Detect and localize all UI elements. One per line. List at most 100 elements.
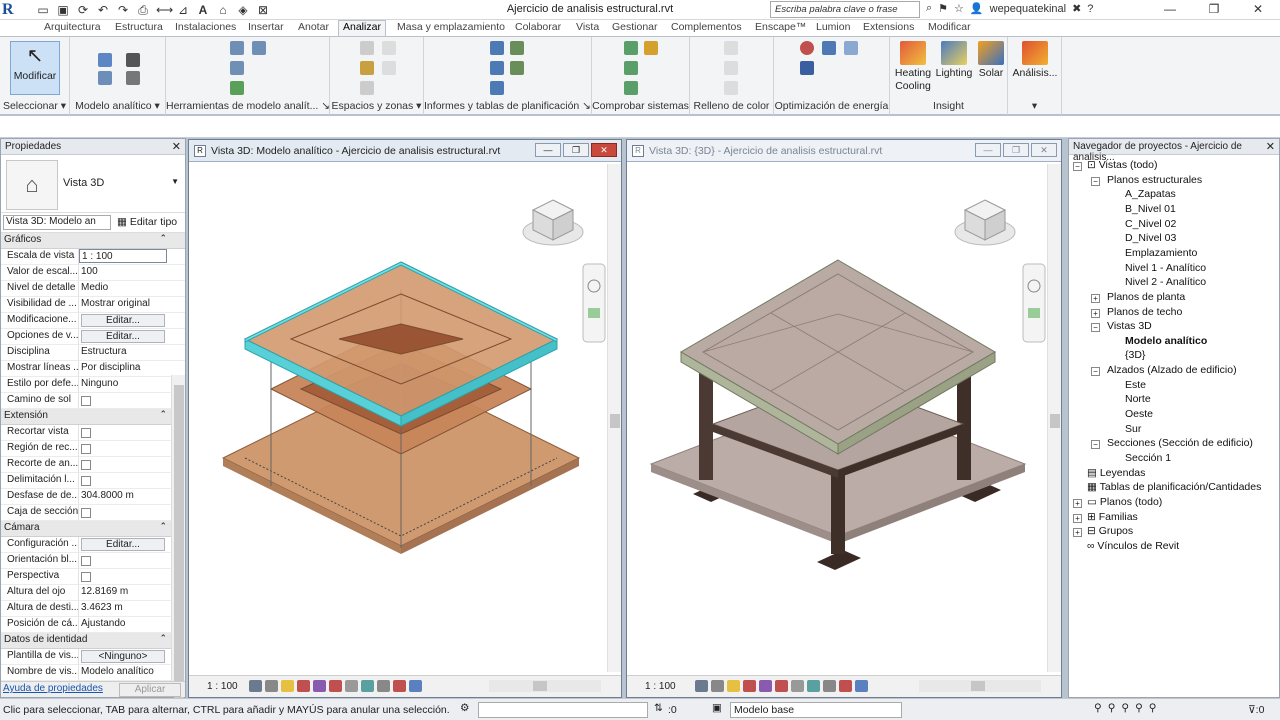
- property-checkbox[interactable]: [81, 428, 91, 438]
- group-label[interactable]: Relleno de color: [690, 100, 773, 115]
- close-icon[interactable]: ✕: [172, 140, 181, 153]
- browser-item-v3d[interactable]: {3D}: [1125, 349, 1145, 361]
- show-crop-icon[interactable]: [791, 680, 804, 692]
- scroll-thumb[interactable]: [533, 681, 547, 691]
- property-value[interactable]: 12.8169 m: [79, 585, 167, 600]
- property-value[interactable]: Ninguno: [79, 377, 167, 392]
- tab-enscape[interactable]: Enscape™: [755, 21, 806, 33]
- properties-scrollbar[interactable]: [171, 375, 185, 715]
- dimension-icon[interactable]: ⊿: [176, 3, 190, 17]
- property-value[interactable]: Editar...: [79, 537, 167, 552]
- property-value[interactable]: 100: [79, 265, 167, 280]
- analytical-tool-2-icon[interactable]: [252, 41, 266, 55]
- close-hidden-icon[interactable]: ⊠: [256, 3, 270, 17]
- subscription-icon[interactable]: ⚑: [938, 2, 948, 15]
- favorites-icon[interactable]: ☆: [954, 2, 964, 15]
- browser-item-nivel2-an[interactable]: Nivel 2 - Analítico: [1125, 276, 1206, 288]
- user-name[interactable]: wepequatekinal: [990, 3, 1066, 15]
- property-checkbox[interactable]: [81, 572, 91, 582]
- browser-item-vinculos[interactable]: ∞ Vínculos de Revit: [1087, 540, 1179, 552]
- browser-item-leyendas[interactable]: ▤ Leyendas: [1087, 467, 1145, 479]
- run-energy-icon[interactable]: [800, 61, 814, 75]
- workset-select[interactable]: [478, 702, 648, 718]
- view-vertical-scrollbar[interactable]: [1047, 164, 1061, 672]
- property-checkbox[interactable]: [81, 476, 91, 486]
- collapse-icon[interactable]: ⌃: [159, 233, 167, 244]
- browser-item-nivel1-an[interactable]: Nivel 1 - Analítico: [1125, 262, 1206, 274]
- analytical-model-canvas[interactable]: [195, 164, 607, 672]
- save-icon[interactable]: ▣: [56, 3, 70, 17]
- property-value[interactable]: [79, 553, 167, 568]
- show-crop-icon[interactable]: [345, 680, 358, 692]
- exchange-icon[interactable]: ✖: [1072, 2, 1081, 15]
- analytical-tool-4-icon[interactable]: [230, 81, 244, 95]
- property-value[interactable]: [79, 473, 167, 488]
- view-vertical-scrollbar[interactable]: [607, 164, 621, 672]
- tab-masa[interactable]: Masa y emplazamiento: [397, 21, 505, 33]
- heating-cooling-button[interactable]: Heating Cooling: [894, 39, 932, 93]
- viewcube[interactable]: [954, 199, 1016, 246]
- tab-estructura[interactable]: Estructura: [115, 21, 163, 33]
- navigation-bar[interactable]: [1022, 263, 1046, 343]
- property-value[interactable]: 3.4623 m: [79, 601, 167, 616]
- area-icon[interactable]: [360, 81, 374, 95]
- view-horizontal-scrollbar[interactable]: [489, 680, 601, 692]
- analytical-adjust-icon[interactable]: [98, 53, 112, 67]
- modify-button[interactable]: ↖ Modificar: [10, 41, 60, 95]
- property-value[interactable]: [79, 457, 167, 472]
- section-camara[interactable]: Cámara ⌃: [1, 521, 185, 537]
- scroll-thumb[interactable]: [174, 385, 184, 715]
- property-value[interactable]: [79, 569, 167, 584]
- expand-icon[interactable]: +: [1073, 513, 1082, 523]
- view-3d[interactable]: R Vista 3D: {3D} - Ajercicio de analisis…: [626, 139, 1062, 698]
- minimize-button[interactable]: —: [535, 143, 561, 157]
- energy-settings-icon[interactable]: [822, 41, 836, 55]
- section-extension[interactable]: Extensión ⌃: [1, 409, 185, 425]
- edit-button[interactable]: Editar...: [81, 330, 165, 343]
- tab-extensions[interactable]: Extensions: [863, 21, 914, 33]
- tab-modificar[interactable]: Modificar: [928, 21, 971, 33]
- sheet-list-icon[interactable]: [510, 61, 524, 75]
- duct-legend-icon[interactable]: [724, 61, 738, 75]
- browser-item-secciones[interactable]: Secciones (Sección de edificio): [1107, 437, 1253, 449]
- collapse-icon[interactable]: −: [1091, 176, 1100, 186]
- browser-item-d-nivel03[interactable]: D_Nivel 03: [1125, 232, 1176, 244]
- space-separator-icon[interactable]: [382, 41, 396, 55]
- collapse-icon[interactable]: −: [1091, 367, 1100, 377]
- location-icon[interactable]: [800, 41, 814, 55]
- property-checkbox[interactable]: [81, 460, 91, 470]
- scroll-thumb[interactable]: [610, 414, 620, 428]
- browser-item-c-nivel02[interactable]: C_Nivel 02: [1125, 218, 1176, 230]
- chevron-down-icon[interactable]: ▼: [171, 177, 179, 186]
- browser-item-alzados[interactable]: Alzados (Alzado de edificio): [1107, 364, 1237, 376]
- close-button[interactable]: ✕: [1031, 143, 1057, 157]
- undo-icon[interactable]: ↶: [96, 3, 110, 17]
- property-value[interactable]: Ajustando: [79, 617, 167, 632]
- edit-button[interactable]: Editar...: [81, 314, 165, 327]
- browser-item-planos-planta[interactable]: Planos de planta: [1107, 291, 1185, 303]
- tab-analizar[interactable]: Analizar: [338, 20, 386, 36]
- view-scale[interactable]: 1 : 100: [645, 681, 676, 692]
- measure-icon[interactable]: ⟷: [156, 3, 173, 17]
- view-scale[interactable]: 1 : 100: [207, 681, 238, 692]
- collapse-icon[interactable]: −: [1091, 323, 1100, 333]
- browser-item-planos[interactable]: ▭ Planos (todo): [1087, 496, 1162, 508]
- check-pipe-icon[interactable]: [644, 41, 658, 55]
- property-value[interactable]: [79, 505, 167, 520]
- property-value[interactable]: Editar...: [79, 329, 167, 344]
- browser-item-familias[interactable]: ⊞ Familias: [1087, 511, 1138, 523]
- lock-view-icon[interactable]: [807, 680, 820, 692]
- print-icon[interactable]: ⎙: [136, 3, 150, 18]
- property-value[interactable]: 1 : 100: [79, 249, 167, 263]
- close-button[interactable]: ✕: [1236, 0, 1280, 20]
- property-checkbox[interactable]: [81, 508, 91, 518]
- schedule-icon[interactable]: [490, 41, 504, 55]
- collapse-icon[interactable]: ⌃: [159, 633, 167, 644]
- render-icon[interactable]: [313, 680, 326, 692]
- browser-item-emplazamiento[interactable]: Emplazamiento: [1125, 247, 1197, 259]
- minimize-button[interactable]: —: [1148, 0, 1192, 20]
- zone-icon[interactable]: [360, 61, 374, 75]
- browser-item-norte[interactable]: Norte: [1125, 393, 1151, 405]
- pipe-legend-icon[interactable]: [724, 81, 738, 95]
- binoculars-icon[interactable]: ⌕: [926, 2, 932, 15]
